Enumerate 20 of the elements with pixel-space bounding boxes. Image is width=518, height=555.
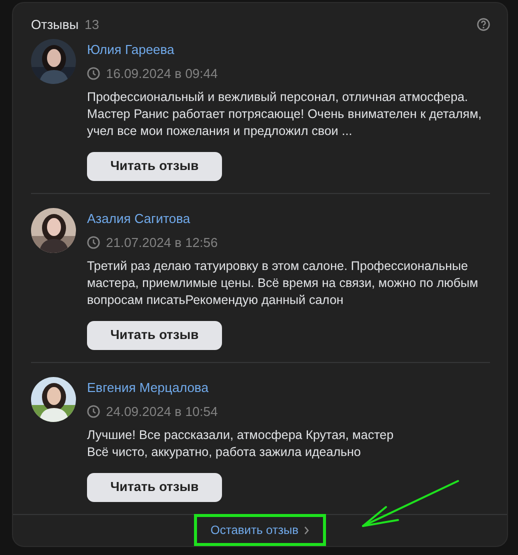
- review-text: Профессиональный и вежливый персонал, отличная атмосфера. Мастер Ранис работает потрясающе! Очень внимателен к деталям, учел все мои пожелания и предложил свои ...: [87, 88, 483, 140]
- review-text: Третий раз делаю татуировку в этом салоне. Профессиональные мастера, приемлимые цены. Всё время на связи, можно по любым вопросам писатьРекомендую данный салон: [87, 258, 480, 309]
- review-date: 24.09.2024 в 10:54: [106, 402, 218, 420]
- chevron-icon: [304, 526, 310, 535]
- author-name[interactable]: Азалия Сагитова: [87, 210, 490, 227]
- read-review-button[interactable]: Читать отзыв: [87, 152, 222, 181]
- read-review-button[interactable]: Читать отзыв: [87, 472, 222, 502]
- clock-icon: [87, 236, 100, 249]
- leave-review-link[interactable]: Оставить отзыв: [194, 515, 326, 546]
- author-name[interactable]: Евгения Мерцалова: [87, 378, 490, 396]
- clock-icon: [87, 404, 100, 418]
- review-date: 21.07.2024 в 12:56: [106, 234, 218, 251]
- review-count: 13: [84, 16, 100, 34]
- review-date: 16.09.2024 в 09:44: [106, 64, 218, 82]
- review-text: Лучшие! Все рассказали, атмосфера Крутая, мастер Всё чисто, аккуратно, работа зажила идеально: [87, 426, 395, 461]
- clock-icon: [87, 66, 100, 80]
- section-title: Отзывы: [31, 16, 79, 34]
- help-icon[interactable]: [477, 18, 490, 32]
- author-name[interactable]: Юлия Гареева: [87, 40, 490, 58]
- read-review-button[interactable]: Читать отзыв: [87, 320, 222, 350]
